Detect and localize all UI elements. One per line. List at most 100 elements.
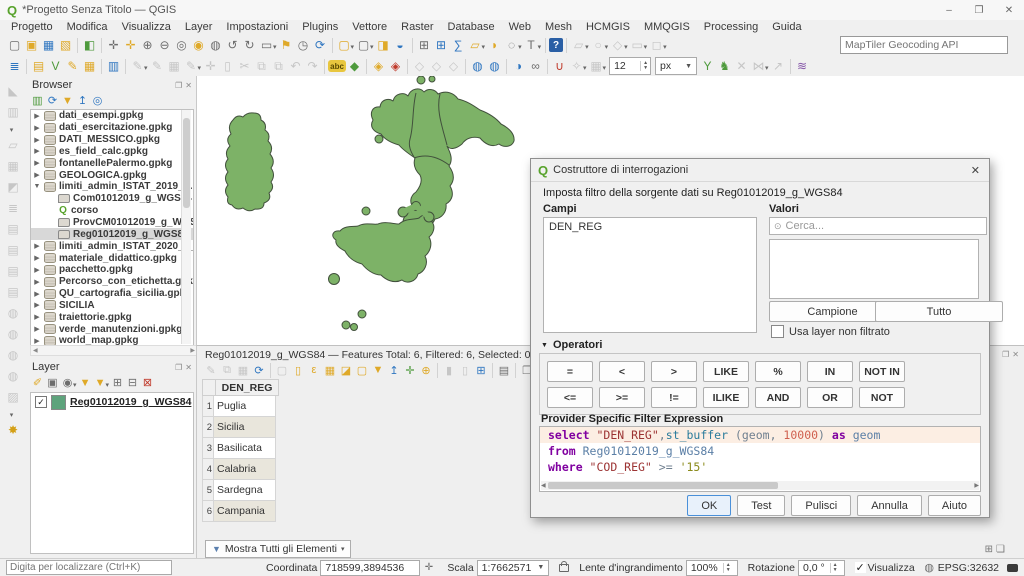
zoom-to-selection-icon[interactable]: ◉ (190, 37, 207, 54)
redo-icon[interactable]: ↷ (304, 58, 321, 75)
open-project-icon[interactable]: ▣ (23, 37, 40, 54)
menu-raster[interactable]: Raster (394, 21, 440, 33)
tree-expander-icon[interactable]: ▶ (33, 301, 41, 309)
operator-button--[interactable]: % (755, 361, 801, 382)
measure-dropdown-icon[interactable]: ▾ (482, 43, 486, 51)
zoom-to-layer-icon[interactable]: ◍ (207, 37, 224, 54)
zoom-out-icon[interactable]: ⊖ (156, 37, 173, 54)
browser-item[interactable]: ▶SICILIA (31, 300, 193, 312)
attr-close-icon[interactable]: ✕ (1012, 350, 1019, 359)
add-wfs-layer-icon[interactable]: ◍ (5, 325, 22, 342)
new-map-view-dropdown-icon[interactable]: ▾ (273, 43, 277, 51)
row-number[interactable]: 6 (202, 501, 214, 522)
snapping-icon[interactable]: ∪ (551, 58, 568, 75)
web-service-1-icon[interactable]: ◍ (469, 58, 486, 75)
operator-button-in[interactable]: IN (807, 361, 853, 382)
rotate-label-icon[interactable]: ◇ (428, 58, 445, 75)
bookmarks-icon[interactable]: ⚑ (278, 37, 295, 54)
menu-modifica[interactable]: Modifica (60, 21, 115, 33)
locator-search-input[interactable] (6, 560, 172, 575)
layers-close-icon[interactable]: ✕ (185, 363, 192, 372)
tree-expander-icon[interactable]: ▼ (33, 183, 41, 190)
attr-delete-selected-icon[interactable]: ▯ (290, 362, 306, 378)
current-edits-dropdown-icon[interactable]: ▾ (144, 64, 148, 72)
tree-expander-icon[interactable]: ▶ (33, 278, 41, 286)
browser-item[interactable]: ▶dati_esempi.gpkg (31, 110, 193, 122)
dialog-title-bar[interactable]: Q Costruttore di interrogazioni ✕ (531, 159, 989, 182)
values-search-box[interactable]: ⊙ Cerca... (769, 217, 987, 235)
add-data-icon[interactable]: ▥ (5, 103, 22, 120)
cell-den-reg[interactable]: Sicilia (214, 417, 276, 438)
select-all-icon[interactable]: ▦ (322, 362, 338, 378)
highlight-pinned-labels-icon[interactable]: ◈ (387, 58, 404, 75)
open-attribute-table-icon[interactable]: ⊞ (416, 37, 433, 54)
add-oracle-layer-icon[interactable]: ▤ (5, 283, 22, 300)
add-postgis-layer-icon[interactable]: ▤ (5, 220, 22, 237)
text-annotation-dropdown-icon[interactable]: ▾ (538, 43, 542, 51)
conditional-formatting-icon[interactable]: ▤ (496, 362, 512, 378)
invert-selection-icon[interactable]: ◪ (338, 362, 354, 378)
operator-button--[interactable]: >= (599, 387, 645, 408)
table-row[interactable]: 1Puglia (202, 396, 279, 417)
pin-labels-icon[interactable]: ◈ (370, 58, 387, 75)
row-number[interactable]: 5 (202, 480, 214, 501)
help-button[interactable]: Aiuto (928, 495, 981, 516)
tracing-icon[interactable]: Y (699, 58, 716, 75)
table-row[interactable]: 6Campania (202, 501, 279, 522)
select-by-form-icon[interactable]: ◨ (375, 37, 392, 54)
clear-button[interactable]: Pulisci (791, 495, 851, 516)
delete-field-icon[interactable]: ▯ (457, 362, 473, 378)
zoom-last-icon[interactable]: ↺ (224, 37, 241, 54)
whats-this-icon[interactable]: ? (549, 38, 563, 52)
save-edits-icon[interactable]: ▦ (166, 58, 183, 75)
zoom-full-icon[interactable]: ◎ (173, 37, 190, 54)
style-manager-icon[interactable]: ◧ (81, 37, 98, 54)
menu-database[interactable]: Database (441, 21, 502, 33)
digitize-segment-dropdown-icon[interactable]: ▾ (198, 64, 202, 72)
rotation-spinbox[interactable]: 0,0 °▲▼ (798, 560, 845, 576)
operator-button-not[interactable]: NOT (859, 387, 905, 408)
zoom-in-icon[interactable]: ⊕ (139, 37, 156, 54)
grid-display-dropdown-icon[interactable]: ▾ (603, 64, 607, 72)
add-raster-layer-icon[interactable]: ▦ (5, 157, 22, 174)
new-geopackage-icon[interactable]: ▤ (30, 58, 47, 75)
menu-processing[interactable]: Processing (697, 21, 765, 33)
new-virtual-layer-icon[interactable]: V (47, 58, 64, 75)
magnifier-spinbox[interactable]: 100%▲▼ (686, 560, 738, 576)
add-arcgis-layer-icon[interactable]: ◍ (5, 367, 22, 384)
manage-map-themes-dropdown-icon[interactable]: ▾ (73, 381, 77, 389)
browser-item[interactable]: ▶DATI_MESSICO.gpkg (31, 134, 193, 146)
cell-den-reg[interactable]: Basilicata (214, 438, 276, 459)
copy-features-icon[interactable]: ⧉ (253, 58, 270, 75)
clear-trace-icon[interactable]: ✕ (733, 58, 750, 75)
show-all-features-button[interactable]: ▼ Mostra Tutti gli Elementi ▾ (205, 540, 351, 558)
add-group-icon[interactable]: ▣ (45, 375, 60, 390)
attr-field-calculator-icon[interactable]: ⊞ (473, 362, 489, 378)
form-view-icon[interactable]: ❏ (996, 544, 1005, 555)
add-spatialite-layer-icon[interactable]: ▤ (5, 241, 22, 258)
layer-item[interactable]: ✓ Reg01012019_g_WGS84 ▼ (31, 393, 193, 411)
tree-expander-icon[interactable]: ▶ (33, 124, 41, 132)
browser-item[interactable]: ▼limiti_admin_ISTAT_2019_g.gp (31, 181, 193, 193)
menu-mmqgis[interactable]: MMQGIS (637, 21, 697, 33)
attr-reload-icon[interactable]: ⟳ (251, 362, 267, 378)
move-selection-top-icon[interactable]: ↥ (386, 362, 402, 378)
filter-expression-editor[interactable]: select "DEN_REG",st_buffer (geom, 10000)… (539, 426, 981, 492)
layer-diagram-icon[interactable]: ◆ (346, 58, 363, 75)
layout-manager-icon[interactable]: ▥ (105, 58, 122, 75)
row-number[interactable]: 1 (202, 396, 214, 417)
add-wms-layer-icon[interactable]: ◍ (5, 304, 22, 321)
coordinate-value[interactable]: 718599,3894536 (320, 560, 420, 576)
menu-mesh[interactable]: Mesh (538, 21, 579, 33)
operator-button--[interactable]: != (651, 387, 697, 408)
add-selected-layers-icon[interactable]: ▥ (30, 93, 45, 108)
browser-item[interactable]: ▶materiale_didattico.gpkg (31, 252, 193, 264)
table-view-icon[interactable]: ⊞ (985, 544, 993, 555)
toggle-editing-icon[interactable]: ✎ (149, 58, 166, 75)
menu-layer[interactable]: Layer (178, 21, 220, 33)
attr-toggle-editing-icon[interactable]: ✎ (203, 362, 219, 378)
pan-map-icon[interactable]: ✛ (105, 37, 122, 54)
operators-collapse-icon[interactable]: ▼ (541, 342, 548, 349)
tree-expander-icon[interactable]: ▶ (33, 147, 41, 155)
tree-expander-icon[interactable]: ▶ (33, 254, 41, 262)
